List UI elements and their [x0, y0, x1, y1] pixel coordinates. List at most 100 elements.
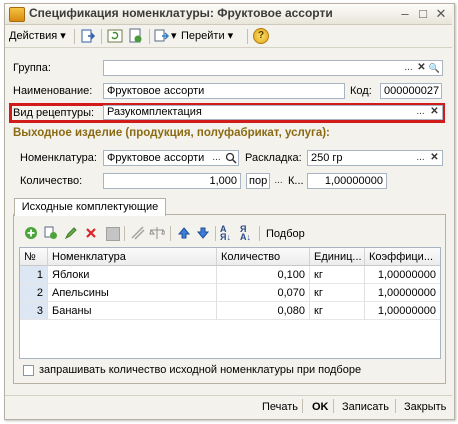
- chevron-down-icon: ▾: [227, 30, 234, 42]
- row-coefficient[interactable]: 1,00000000: [365, 284, 440, 302]
- layout-value: 250 гр: [311, 152, 343, 164]
- sort-desc-icon[interactable]: Я A↓: [240, 225, 251, 242]
- filter-icon[interactable]: [131, 226, 145, 240]
- column-header-number[interactable]: №: [20, 248, 48, 266]
- group-open-icon[interactable]: 🔍: [428, 61, 441, 75]
- row-unit[interactable]: кг: [310, 266, 365, 284]
- move-up-icon[interactable]: [177, 226, 191, 240]
- ok-button[interactable]: OK: [312, 401, 329, 413]
- button-separator: [302, 399, 303, 413]
- chevron-down-icon: ▾: [60, 30, 66, 42]
- print-button[interactable]: Печать: [262, 401, 298, 413]
- column-header-coefficient[interactable]: Коэффици...: [365, 248, 440, 266]
- button-separator: [395, 399, 396, 413]
- maximize-icon[interactable]: □: [415, 6, 431, 21]
- pick-button[interactable]: Подбор: [266, 228, 305, 240]
- delete-icon[interactable]: [84, 226, 98, 240]
- row-nomenclature[interactable]: Яблоки: [48, 266, 217, 284]
- table-row[interactable]: 1 Яблоки 0,100 кг 1,00000000: [20, 266, 440, 284]
- ask-quantity-label: запрашивать количество исходной номенкла…: [39, 364, 362, 376]
- toolbar-separator: [259, 226, 260, 241]
- window-title: Спецификация номенклатуры: Фруктовое асс…: [29, 6, 333, 20]
- toolbar: Действия ▾ ▾ Перейти ▾ ?: [5, 25, 452, 48]
- toolbar-separator: [149, 29, 150, 44]
- qty-label: Количество:: [20, 175, 83, 187]
- row-quantity[interactable]: 0,070: [217, 284, 310, 302]
- recipe-type-select-button[interactable]: ...: [414, 105, 427, 119]
- goto-menu[interactable]: Перейти ▾: [181, 28, 233, 44]
- button-separator: [333, 399, 334, 413]
- document-icon[interactable]: [127, 28, 143, 44]
- row-coefficient[interactable]: 1,00000000: [365, 266, 440, 284]
- ask-quantity-checkbox[interactable]: [23, 365, 34, 376]
- layout-label: Раскладка:: [245, 152, 302, 164]
- row-quantity[interactable]: 0,080: [217, 302, 310, 320]
- nom-value: Фруктовое ассорти: [107, 152, 205, 164]
- group-select-button[interactable]: ...: [402, 61, 415, 75]
- layout-clear-icon[interactable]: ✕: [428, 151, 441, 165]
- title-bar[interactable]: Спецификация номенклатуры: Фруктовое асс…: [5, 4, 452, 25]
- toolbar-separator: [170, 226, 171, 241]
- refresh-icon[interactable]: [107, 28, 123, 44]
- toolbar-separator: [247, 29, 248, 44]
- column-header-unit[interactable]: Единиц...: [310, 248, 365, 266]
- sort-asc-icon[interactable]: A Я↓: [220, 225, 231, 242]
- actions-menu[interactable]: Действия ▾: [9, 28, 66, 44]
- edit-icon[interactable]: [64, 226, 78, 240]
- table-row[interactable]: 2 Апельсины 0,070 кг 1,00000000: [20, 284, 440, 302]
- add-icon[interactable]: [24, 226, 38, 240]
- recipe-type-field[interactable]: Разукомплектация: [103, 105, 443, 120]
- table-row[interactable]: 3 Бананы 0,080 кг 1,00000000: [20, 302, 440, 320]
- row-coefficient[interactable]: 1,00000000: [365, 302, 440, 320]
- layout-select-button[interactable]: ...: [414, 151, 427, 165]
- group-field[interactable]: [103, 60, 443, 76]
- row-unit[interactable]: кг: [310, 284, 365, 302]
- nom-label: Номенклатура:: [20, 152, 97, 164]
- recipe-type-label: Вид рецептуры:: [13, 107, 95, 119]
- close-window-icon[interactable]: ✕: [433, 6, 449, 21]
- structure-dropdown[interactable]: ▾: [171, 28, 177, 44]
- coef-label: К...: [288, 175, 304, 187]
- help-icon[interactable]: ?: [253, 28, 269, 44]
- row-number: 1: [20, 266, 48, 284]
- search-icon[interactable]: [225, 152, 237, 164]
- save-close-icon[interactable]: [80, 28, 96, 44]
- toolbar-separator: [124, 226, 125, 241]
- toolbar-separator: [215, 226, 216, 241]
- column-header-quantity[interactable]: Количество: [217, 248, 310, 266]
- structure-icon[interactable]: [154, 28, 170, 44]
- row-number: 3: [20, 302, 48, 320]
- copy-icon[interactable]: [44, 226, 58, 240]
- qty-field[interactable]: 1,000: [103, 173, 241, 189]
- name-field[interactable]: Фруктовое ассорти: [103, 83, 345, 99]
- actions-label: Действия: [9, 30, 58, 42]
- toolbar-separator: [101, 29, 102, 44]
- close-button[interactable]: Закрыть: [404, 401, 446, 413]
- nom-select-button[interactable]: ...: [210, 151, 223, 165]
- unit-select-button[interactable]: ...: [272, 174, 285, 188]
- output-section-title: Выходное изделие (продукция, полуфабрика…: [13, 127, 330, 139]
- scales-icon[interactable]: [149, 226, 165, 240]
- row-unit[interactable]: кг: [310, 302, 365, 320]
- coef-field[interactable]: 1,00000000: [307, 173, 387, 189]
- toolbar-separator: [74, 29, 75, 44]
- goto-label: Перейти: [181, 30, 225, 42]
- row-quantity[interactable]: 0,100: [217, 266, 310, 284]
- app-icon: [9, 7, 25, 22]
- tab-source-components[interactable]: Исходные комплектующие: [14, 198, 166, 216]
- code-label: Код:: [350, 85, 372, 97]
- recipe-type-clear-icon[interactable]: ✕: [428, 105, 441, 119]
- components-table: № Номенклатура Количество Единиц... Коэф…: [19, 247, 441, 359]
- end-edit-icon[interactable]: [106, 227, 120, 241]
- row-nomenclature[interactable]: Апельсины: [48, 284, 217, 302]
- row-number: 2: [20, 284, 48, 302]
- group-clear-icon[interactable]: ✕: [415, 61, 428, 75]
- unit-field[interactable]: пор: [246, 173, 270, 189]
- move-down-icon[interactable]: [196, 226, 210, 240]
- row-nomenclature[interactable]: Бананы: [48, 302, 217, 320]
- code-field[interactable]: 000000027: [380, 83, 442, 99]
- save-button[interactable]: Записать: [342, 401, 389, 413]
- restore-icon[interactable]: ‒: [397, 6, 413, 21]
- group-label: Группа:: [13, 62, 51, 74]
- column-header-nomenclature[interactable]: Номенклатура: [48, 248, 217, 266]
